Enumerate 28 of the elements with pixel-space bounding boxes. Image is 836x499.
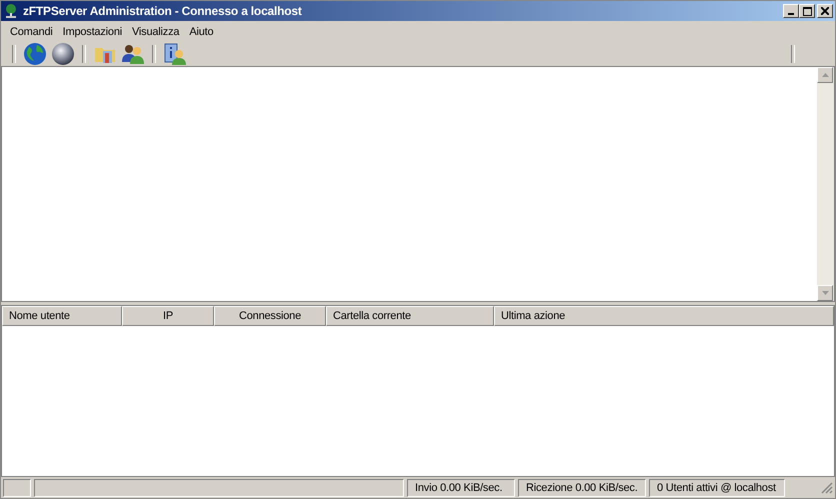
menu-item[interactable]: Comandi: [5, 26, 58, 38]
column-header[interactable]: IP: [122, 306, 214, 326]
column-header[interactable]: Ultima azione: [494, 306, 834, 326]
maximize-button[interactable]: [799, 4, 815, 18]
close-icon: [821, 7, 829, 15]
minimize-button[interactable]: [783, 4, 799, 18]
menu-item[interactable]: Visualizza: [126, 26, 184, 38]
empty-status-panel: [3, 478, 31, 496]
status-panel: Ricezione 0.00 KiB/sec.: [518, 478, 646, 496]
column-header[interactable]: Cartella corrente: [326, 306, 494, 326]
server-icon: [3, 3, 19, 19]
status-panel: Invio 0.00 KiB/sec.: [407, 478, 515, 496]
sphere-icon[interactable]: [51, 42, 75, 66]
scrollbar[interactable]: [817, 67, 834, 301]
window-title: zFTPServer Administration - Connesso a localhost: [23, 4, 302, 18]
menu-item[interactable]: Impostazioni: [58, 26, 127, 38]
info-user-icon[interactable]: [163, 42, 187, 66]
scroll-down-icon[interactable]: [817, 285, 833, 301]
menu-item[interactable]: Aiuto: [184, 26, 218, 38]
close-button[interactable]: [817, 4, 833, 18]
globe-icon[interactable]: [23, 42, 47, 66]
column-header[interactable]: Connessione: [214, 306, 326, 326]
maximize-icon: [802, 6, 812, 16]
column-header[interactable]: Nome utente: [2, 306, 122, 326]
users-icon[interactable]: [121, 42, 145, 66]
scroll-up-icon[interactable]: [817, 67, 833, 83]
status-panel: 0 Utenti attivi @ localhost: [649, 478, 785, 496]
resize-grip-icon[interactable]: [821, 482, 833, 494]
